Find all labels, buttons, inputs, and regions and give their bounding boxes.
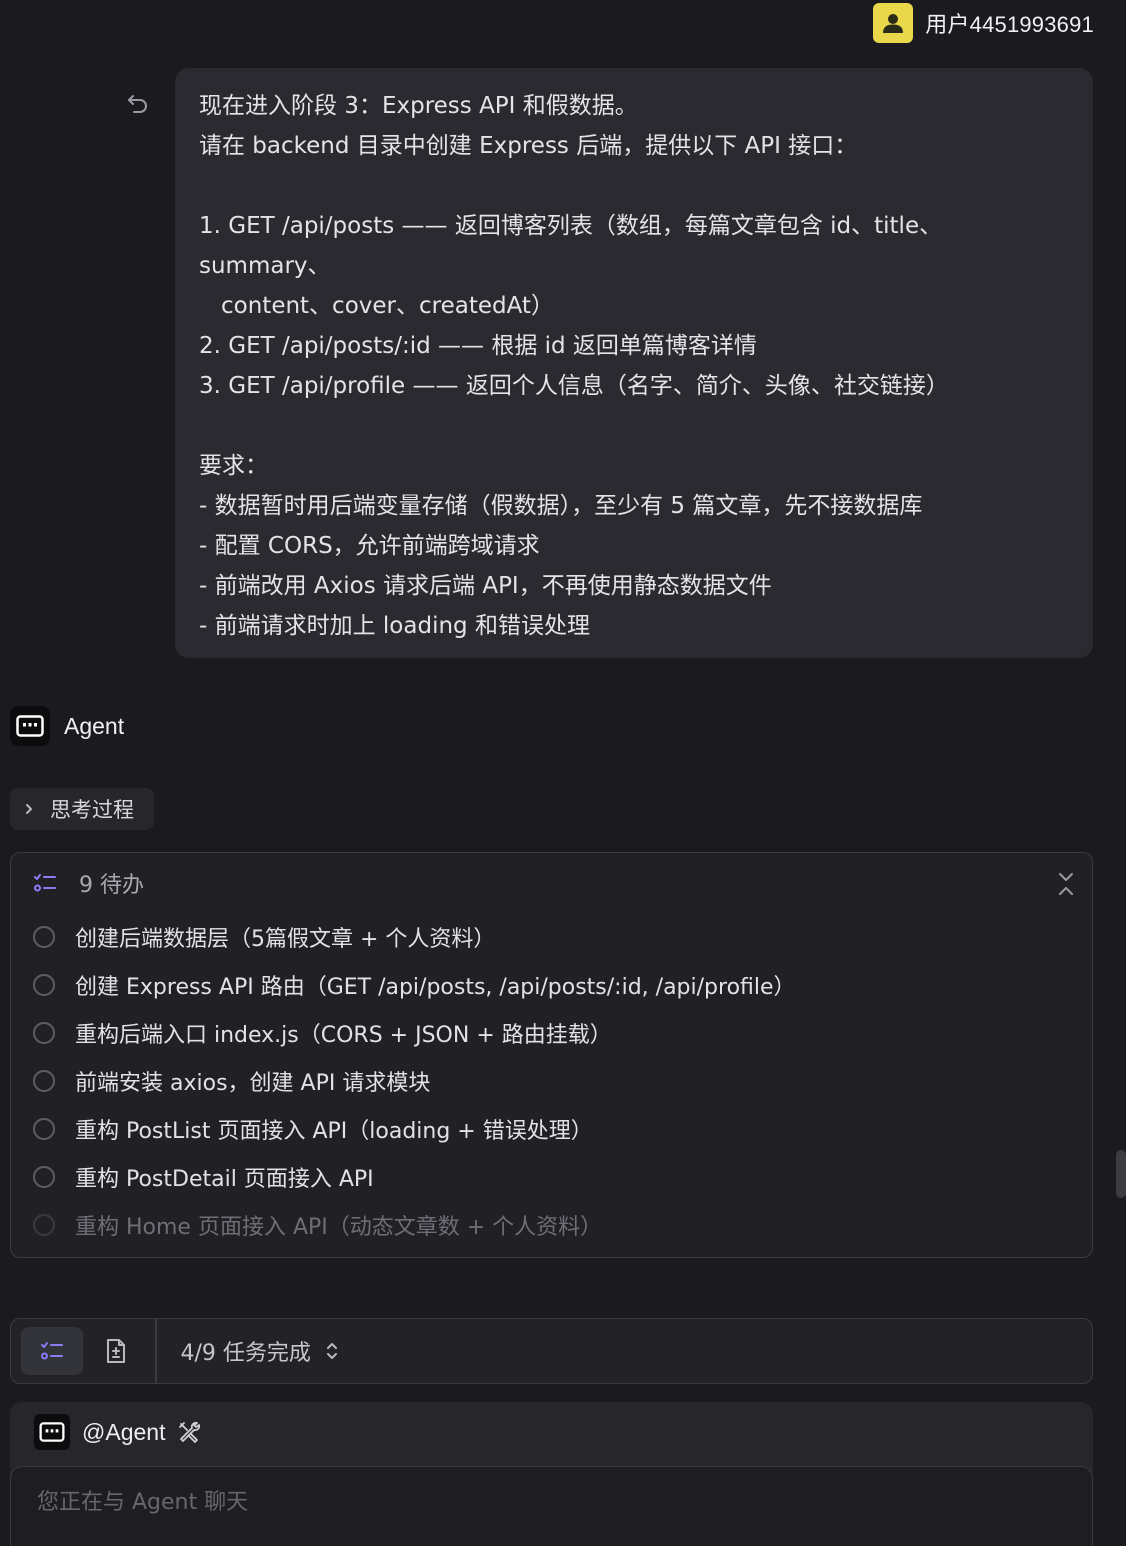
todo-item[interactable]: 重构 Home 页面接入 API（动态文章数 + 个人资料） <box>33 1201 1072 1249</box>
message-line: 1. GET /api/posts —— 返回博客列表（数组，每篇文章包含 id… <box>199 213 943 239</box>
user-message-bubble: 现在进入阶段 3：Express API 和假数据。 请在 backend 目录… <box>175 68 1093 658</box>
chat-input-panel: @Agent <box>10 1402 1093 1546</box>
todo-checkbox[interactable] <box>33 1214 55 1236</box>
todo-checkbox[interactable] <box>33 1022 55 1044</box>
collapse-icon[interactable] <box>1054 869 1078 899</box>
todo-text: 前端安装 axios，创建 API 请求模块 <box>75 1071 431 1096</box>
message-line <box>199 166 1069 206</box>
agent-header: Agent <box>10 706 124 746</box>
checklist-icon <box>41 1342 63 1360</box>
tab-file-changes[interactable] <box>85 1327 147 1375</box>
todo-text: 重构 PostList 页面接入 API（loading + 错误处理） <box>75 1119 593 1144</box>
message-line: - 前端请求时加上 loading 和错误处理 <box>199 613 590 639</box>
todo-item[interactable]: 创建后端数据层（5篇假文章 + 个人资料） <box>33 913 1072 961</box>
message-line: summary、 <box>199 253 331 279</box>
todo-item[interactable]: 重构 PostList 页面接入 API（loading + 错误处理） <box>33 1105 1072 1153</box>
todo-checkbox[interactable] <box>33 974 55 996</box>
checklist-icon <box>34 874 56 892</box>
todo-text: 重构 PostDetail 页面接入 API <box>75 1167 374 1192</box>
message-line <box>199 406 1069 446</box>
task-status-text: 4/9 任务完成 <box>180 1341 311 1366</box>
divider <box>155 1318 157 1384</box>
task-status-selector[interactable]: 4/9 任务完成 <box>181 1335 339 1367</box>
user-avatar[interactable] <box>873 3 914 43</box>
todo-checkbox[interactable] <box>33 926 55 948</box>
todo-text: 创建 Express API 路由（GET /api/posts, /api/p… <box>75 975 796 1000</box>
todo-item[interactable]: 前端安装 axios，创建 API 请求模块 <box>33 1057 1072 1105</box>
file-diff-icon <box>107 1339 125 1363</box>
thinking-process-toggle[interactable]: 思考过程 <box>10 788 154 830</box>
undo-icon[interactable] <box>122 88 154 120</box>
tools-icon[interactable] <box>177 1420 201 1444</box>
chat-input[interactable] <box>35 1489 1035 1516</box>
agent-icon <box>39 1422 65 1442</box>
agent-mention[interactable]: @Agent <box>82 1419 165 1446</box>
todo-checkbox[interactable] <box>33 1166 55 1188</box>
message-line: content、cover、createdAt） <box>221 293 554 319</box>
scrollbar-thumb[interactable] <box>1116 1150 1126 1198</box>
thinking-process-label: 思考过程 <box>50 798 134 822</box>
message-line: - 前端改用 Axios 请求后端 API，不再使用静态数据文件 <box>199 573 772 599</box>
agent-label: Agent <box>64 712 125 739</box>
user-name: 用户4451993691 <box>925 12 1094 37</box>
task-bar: 4/9 任务完成 <box>10 1318 1093 1384</box>
todo-panel: 9 待办 创建后端数据层（5篇假文章 + 个人资料） 创建 Express AP… <box>10 852 1093 1258</box>
message-line: 现在进入阶段 3：Express API 和假数据。 <box>199 93 638 119</box>
tab-todo-list[interactable] <box>21 1327 83 1375</box>
message-line: 3. GET /api/profile —— 返回个人信息（名字、简介、头像、社… <box>199 373 949 399</box>
person-icon <box>883 14 904 33</box>
todo-count: 9 待办 <box>79 873 144 898</box>
chat-input-wrapper <box>10 1466 1093 1546</box>
agent-avatar <box>34 1414 70 1450</box>
message-line: 要求： <box>199 453 268 479</box>
chevron-up-down-icon <box>326 1343 337 1359</box>
message-line: 2. GET /api/posts/:id —— 根据 id 返回单篇博客详情 <box>199 333 757 359</box>
todo-text: 重构 Home 页面接入 API（动态文章数 + 个人资料） <box>75 1215 603 1240</box>
todo-item[interactable]: 创建 Express API 路由（GET /api/posts, /api/p… <box>33 961 1072 1009</box>
agent-avatar <box>10 706 50 746</box>
message-line: 请在 backend 目录中创建 Express 后端，提供以下 API 接口： <box>199 133 858 159</box>
user-header: 用户4451993691 <box>873 0 1094 46</box>
todo-list: 创建后端数据层（5篇假文章 + 个人资料） 创建 Express API 路由（… <box>33 913 1072 1249</box>
todo-item[interactable]: 重构后端入口 index.js（CORS + JSON + 路由挂载） <box>33 1009 1072 1057</box>
message-line: - 配置 CORS，允许前端跨域请求 <box>199 533 540 559</box>
input-header: @Agent <box>34 1414 201 1450</box>
todo-header: 9 待办 <box>33 867 144 899</box>
todo-checkbox[interactable] <box>33 1070 55 1092</box>
todo-text: 重构后端入口 index.js（CORS + JSON + 路由挂载） <box>75 1023 612 1048</box>
todo-text: 创建后端数据层（5篇假文章 + 个人资料） <box>75 927 496 952</box>
todo-checkbox[interactable] <box>33 1118 55 1140</box>
agent-icon <box>16 715 44 737</box>
chevron-right-icon <box>26 804 32 814</box>
todo-item[interactable]: 重构 PostDetail 页面接入 API <box>33 1153 1072 1201</box>
message-line: - 数据暂时用后端变量存储（假数据），至少有 5 篇文章，先不接数据库 <box>199 493 923 519</box>
